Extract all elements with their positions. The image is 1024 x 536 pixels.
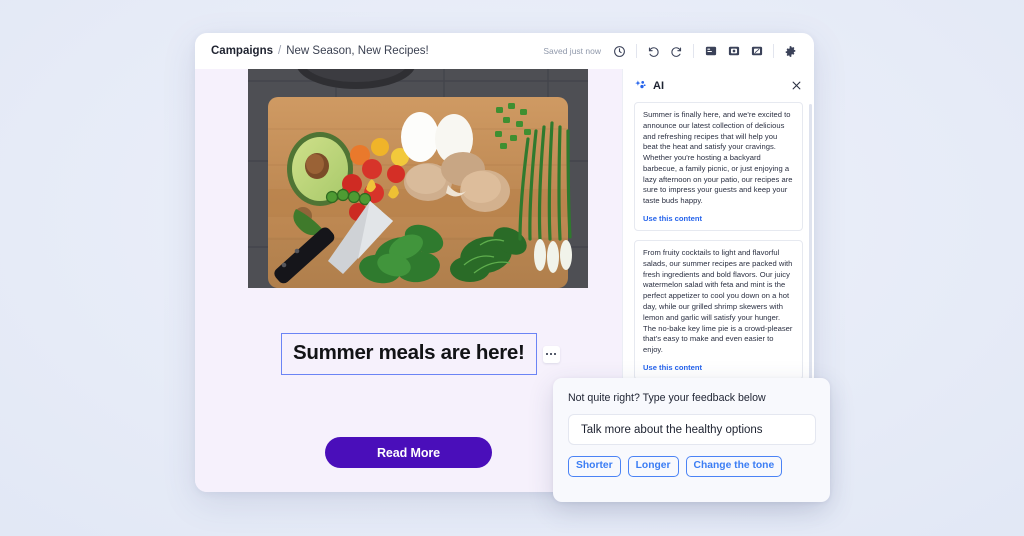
ai-panel-header: AI [623,69,814,102]
ai-panel-scrollbar[interactable] [809,104,812,399]
dot-3 [553,352,557,356]
dot-2 [549,352,553,356]
ai-sparkle-icon [634,79,647,92]
saved-status: Saved just now [543,46,601,56]
breadcrumb-separator: / [278,45,282,57]
dot-1 [545,352,549,356]
ai-feedback-popover: Not quite right? Type your feedback belo… [553,378,830,502]
feedback-input[interactable]: Talk more about the healthy options [568,414,816,445]
toolbar-divider-2 [693,44,694,58]
breadcrumb: Campaigns / New Season, New Recipes! [211,45,429,57]
toolbar-divider-3 [773,44,774,58]
shorter-chip[interactable]: Shorter [568,456,621,477]
ai-suggestion-card[interactable]: From fruity cocktails to light and flavo… [634,240,803,380]
top-toolbar: Campaigns / New Season, New Recipes! Sav… [195,33,814,69]
feedback-quick-actions: Shorter Longer Change the tone [568,456,815,477]
use-this-content-link[interactable]: Use this content [643,363,794,372]
toolbar-actions: Saved just now [543,40,802,63]
tablet-preview-icon[interactable] [722,40,745,63]
headline-more-options-button[interactable] [542,345,560,363]
settings-gear-icon[interactable] [779,40,802,63]
use-this-content-link[interactable]: Use this content [643,214,794,223]
hero-image[interactable] [248,69,588,288]
headline-selection-box[interactable]: Summer meals are here! [281,333,537,375]
headline-text: Summer meals are here! [293,341,525,364]
redo-icon[interactable] [665,40,688,63]
undo-icon[interactable] [642,40,665,63]
ai-suggestion-text: Summer is finally here, and we're excite… [643,110,793,206]
toolbar-divider-1 [636,44,637,58]
desktop-preview-icon[interactable] [699,40,722,63]
breadcrumb-root[interactable]: Campaigns [211,45,273,57]
ai-suggestion-text: From fruity cocktails to light and flavo… [643,248,793,355]
read-more-button[interactable]: Read More [325,437,492,468]
change-tone-chip[interactable]: Change the tone [685,456,783,477]
breadcrumb-current[interactable]: New Season, New Recipes! [286,45,429,57]
mobile-preview-icon[interactable] [745,40,768,63]
ai-panel-title: AI [653,79,665,92]
feedback-prompt: Not quite right? Type your feedback belo… [568,392,766,404]
ai-suggestion-card[interactable]: Summer is finally here, and we're excite… [634,102,803,232]
headline-block[interactable]: Summer meals are here! [281,333,560,375]
longer-chip[interactable]: Longer [627,456,679,477]
version-history-icon[interactable] [608,40,631,63]
close-icon[interactable] [789,78,804,93]
